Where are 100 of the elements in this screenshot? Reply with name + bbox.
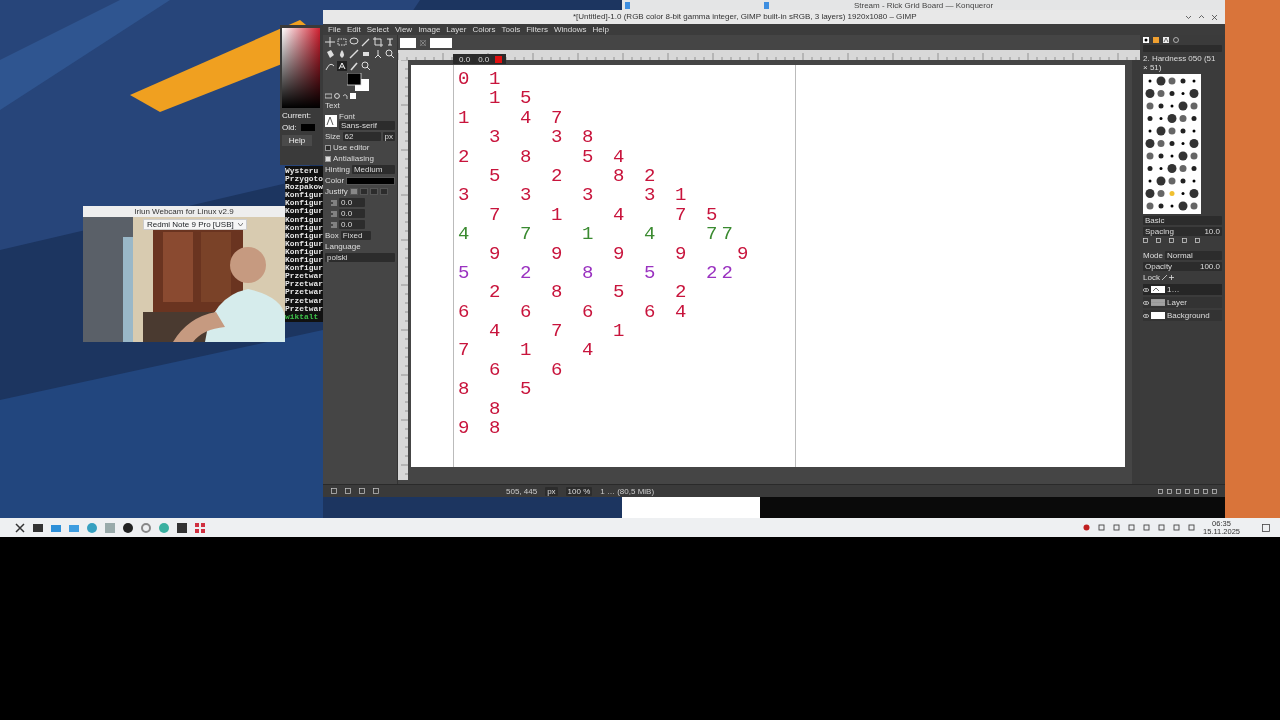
zoom-dropdown[interactable]: 100 % bbox=[565, 486, 593, 496]
font-preview-icon[interactable] bbox=[325, 115, 337, 127]
panel-title: Text bbox=[325, 101, 341, 110]
menu-item[interactable]: View bbox=[394, 25, 413, 34]
menu-item[interactable]: Edit bbox=[346, 25, 361, 34]
checkbox[interactable] bbox=[325, 155, 331, 162]
drop-icon[interactable] bbox=[337, 49, 347, 59]
kerning-field[interactable]: 0.0 bbox=[476, 54, 492, 64]
text-line: 8 bbox=[488, 399, 506, 420]
text-tool-icon[interactable] bbox=[337, 61, 347, 71]
text-line: 3 3 3 3 1 bbox=[458, 186, 692, 206]
help-button[interactable]: Help bbox=[282, 135, 312, 146]
text-line: 1 4 7 bbox=[458, 108, 568, 129]
menu-item[interactable]: Colors bbox=[472, 25, 496, 34]
indent-icon bbox=[331, 221, 337, 228]
dashed-square-icon[interactable] bbox=[337, 37, 347, 47]
document-icon bbox=[625, 2, 630, 9]
checkbox-label: Antialiasing bbox=[333, 154, 374, 163]
field-label: Mode bbox=[1143, 251, 1163, 260]
indent-icon bbox=[331, 210, 337, 217]
text-line: 7 1 4 7 5 bbox=[488, 205, 723, 226]
text-line: 6 6 bbox=[488, 360, 568, 381]
color-square[interactable] bbox=[282, 28, 320, 108]
old-label: Old: bbox=[282, 123, 297, 132]
menu-item[interactable]: Tools bbox=[501, 25, 521, 34]
text-line: 9 8 bbox=[458, 419, 506, 439]
language-field[interactable]: polski bbox=[325, 253, 395, 262]
maximize-icon[interactable] bbox=[1199, 14, 1204, 19]
menu-item[interactable]: Layer bbox=[446, 25, 467, 34]
checkbox[interactable] bbox=[325, 144, 331, 151]
path-icon[interactable] bbox=[325, 61, 335, 71]
menu-item[interactable]: File bbox=[328, 25, 341, 34]
plus-icon[interactable] bbox=[1168, 275, 1174, 280]
device-dropdown[interactable]: Redmi Note 9 Pro [USB] bbox=[143, 219, 247, 230]
brush-tab-icon[interactable] bbox=[1143, 37, 1149, 43]
text-line: 0 1 bbox=[458, 70, 506, 90]
eye-icon[interactable] bbox=[1143, 300, 1149, 305]
field-label: Lock bbox=[1143, 273, 1160, 282]
scrollbar[interactable] bbox=[1132, 60, 1140, 484]
menu-item[interactable]: Select bbox=[366, 25, 389, 34]
text-color-swatch[interactable] bbox=[346, 176, 395, 185]
eye-icon[interactable] bbox=[1143, 313, 1149, 318]
baseline-field[interactable]: 0.0 bbox=[457, 54, 473, 64]
window-title: Iriun Webcam for Linux v2.9 bbox=[134, 207, 234, 216]
font-tab-icon[interactable] bbox=[1163, 37, 1169, 43]
menu-item[interactable]: Image bbox=[418, 25, 441, 34]
layer-row[interactable]: Background bbox=[1143, 310, 1222, 321]
minimize-icon[interactable] bbox=[1186, 14, 1191, 19]
checkbox-label: Use editor bbox=[333, 143, 370, 152]
pencil-icon[interactable] bbox=[1161, 275, 1167, 280]
image-tab[interactable] bbox=[400, 37, 416, 48]
font-field[interactable]: Sans-serif bbox=[339, 121, 395, 130]
unit-dropdown[interactable]: px bbox=[382, 132, 395, 141]
hinting-dropdown[interactable]: Medium bbox=[351, 165, 395, 174]
justify-button[interactable] bbox=[349, 188, 358, 195]
size-field[interactable]: 62 bbox=[342, 132, 381, 141]
unit-dropdown[interactable]: px bbox=[545, 486, 558, 496]
status-message: 1 … (80,5 MiB) bbox=[600, 486, 655, 496]
color-swatches[interactable] bbox=[347, 73, 369, 91]
text-line: 4 7 1 bbox=[488, 322, 630, 342]
layer-row[interactable]: Layer bbox=[1143, 297, 1222, 308]
menu-item[interactable]: Filters bbox=[526, 25, 548, 34]
window-title: Stream - Rick Grid Board — Konqueror bbox=[853, 1, 994, 10]
window-icon[interactable] bbox=[32, 521, 44, 534]
help-icon[interactable] bbox=[1173, 37, 1179, 43]
menu-item[interactable]: Help bbox=[592, 25, 609, 34]
brush-title: 2. Hardness 050 (51 × 51) bbox=[1143, 54, 1217, 72]
text-line: 8 5 bbox=[458, 380, 537, 400]
pencil-icon[interactable] bbox=[349, 49, 359, 59]
show-desktop-icon[interactable] bbox=[1262, 523, 1270, 532]
crop-icon[interactable] bbox=[373, 37, 383, 47]
record-icon[interactable] bbox=[1083, 524, 1090, 531]
menu-item[interactable]: Windows bbox=[553, 25, 587, 34]
launcher-icon[interactable] bbox=[14, 521, 26, 534]
image-canvas[interactable]: 0 1 1 5 1 4 7 3 3 8 2 8 5 4 5 2 8 2 3 3 3 3 1 7 1 4 7 5 4 7 1 4 77 9 9 9 9 9 5 2 8 5 22 2 8 5 2 6 6 6 6 4 4 7 1 7 1 4 6 6 8 5 8 9 8 bbox=[411, 65, 1125, 467]
zoom-icon[interactable] bbox=[385, 49, 395, 59]
terminal-icon[interactable] bbox=[176, 521, 188, 534]
magnifier-icon[interactable] bbox=[361, 61, 371, 71]
eraser-icon[interactable] bbox=[361, 49, 371, 59]
layer-row[interactable]: 1… bbox=[1143, 284, 1222, 295]
swatch-icon[interactable] bbox=[350, 93, 356, 99]
text-line: 3 3 8 bbox=[488, 128, 599, 148]
brush-grid-drawing[interactable] bbox=[1143, 74, 1201, 214]
spin-field[interactable]: 0.0 bbox=[339, 209, 365, 218]
preset-dropdown[interactable]: Basic bbox=[1143, 216, 1222, 225]
grid-icon[interactable] bbox=[194, 521, 206, 534]
move-icon[interactable] bbox=[325, 37, 335, 47]
image-tab[interactable] bbox=[430, 37, 452, 48]
layers-tab-icon[interactable] bbox=[325, 93, 332, 99]
field-label: Hinting bbox=[325, 165, 350, 174]
spin-field[interactable]: 0.0 bbox=[339, 198, 365, 207]
mode-dropdown[interactable]: Normal bbox=[1165, 251, 1222, 260]
spin-field[interactable]: 0.0 bbox=[339, 220, 365, 229]
text-line: 4 7 1 4 77 bbox=[458, 225, 739, 245]
box-dropdown[interactable]: Fixed bbox=[340, 231, 371, 240]
lasso-icon[interactable] bbox=[349, 37, 359, 47]
field-label: Font bbox=[339, 112, 356, 121]
text-line: 7 1 4 bbox=[458, 341, 599, 361]
eye-icon[interactable] bbox=[1143, 287, 1149, 292]
color-swatch[interactable] bbox=[495, 55, 503, 63]
